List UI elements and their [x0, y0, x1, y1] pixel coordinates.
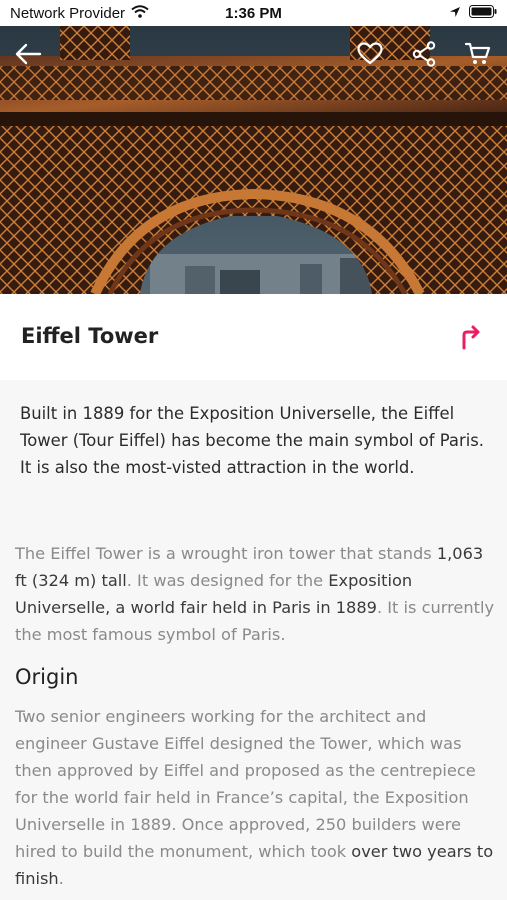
turn-right-arrow-icon [462, 325, 480, 350]
hero-image [0, 26, 507, 294]
cart-icon [465, 42, 491, 64]
description-text: . It was designed for the [126, 571, 329, 590]
intro-paragraph: Built in 1889 for the Exposition Univers… [20, 404, 485, 477]
carrier-label: Network Provider [10, 4, 126, 22]
wifi-icon [131, 4, 149, 22]
title-card: Eiffel Tower [0, 294, 507, 380]
origin-text: . [58, 869, 64, 888]
battery-icon [469, 4, 497, 22]
share-button[interactable] [408, 38, 440, 70]
page-title: Eiffel Tower [21, 324, 159, 348]
arrow-left-icon [15, 43, 42, 65]
share-icon [412, 41, 436, 67]
back-button[interactable] [12, 38, 44, 70]
clock: 1:36 PM [225, 4, 282, 22]
status-bar: Network Provider 1:36 PM [0, 0, 507, 26]
origin-paragraph: Two senior engineers working for the arc… [15, 703, 495, 892]
directions-button[interactable] [456, 322, 486, 352]
cart-button[interactable] [462, 38, 494, 70]
location-arrow-icon [449, 5, 461, 22]
origin-heading: Origin [15, 665, 79, 689]
origin-text: Two senior engineers working for the arc… [15, 707, 476, 861]
favorite-button[interactable] [354, 38, 386, 70]
heart-icon [357, 42, 383, 65]
description-paragraph: The Eiffel Tower is a wrought iron tower… [15, 540, 495, 648]
description-text: The Eiffel Tower is a wrought iron tower… [15, 544, 437, 563]
